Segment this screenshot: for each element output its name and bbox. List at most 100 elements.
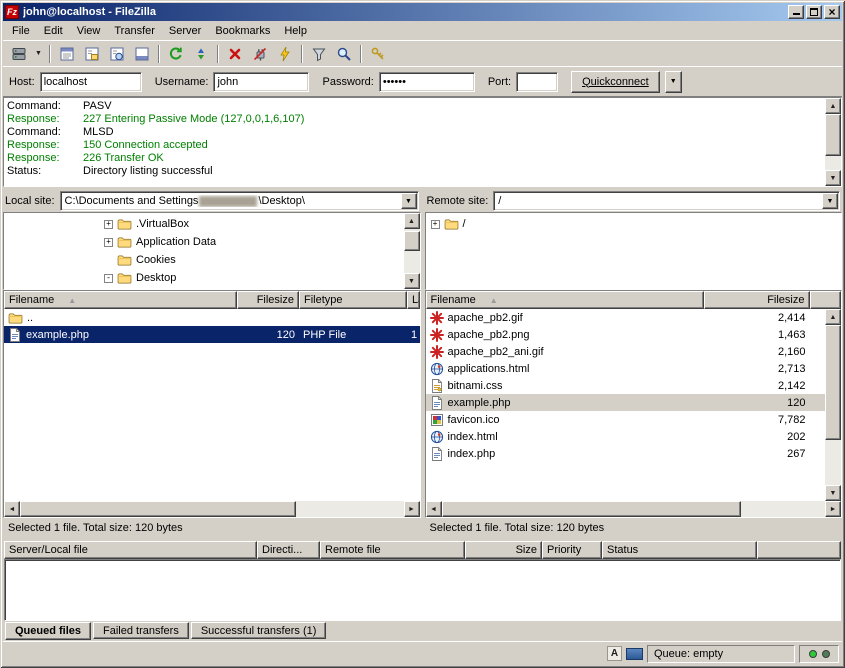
toggle-transfer-queue-button[interactable] bbox=[130, 43, 154, 65]
column-header-priority[interactable]: Priority bbox=[542, 541, 602, 559]
close-button[interactable]: × bbox=[824, 5, 840, 19]
file-row[interactable]: favicon.ico7,782 bbox=[426, 411, 826, 428]
combo-dropdown-button[interactable]: ▼ bbox=[401, 193, 417, 209]
file-row[interactable]: bitnami.css2,142 bbox=[426, 377, 826, 394]
message-log[interactable]: Command:PASV Response:227 Entering Passi… bbox=[4, 98, 825, 186]
host-input[interactable] bbox=[40, 72, 142, 92]
scroll-left-button[interactable]: ◄ bbox=[4, 501, 20, 517]
collapse-icon[interactable]: - bbox=[104, 274, 113, 283]
log-scrollbar[interactable]: ▲ ▼ bbox=[825, 98, 841, 186]
file-row[interactable]: index.html202 bbox=[426, 428, 826, 445]
quickconnect-dropdown-button[interactable]: ▼ bbox=[665, 71, 682, 93]
toggle-remote-tree-button[interactable] bbox=[105, 43, 129, 65]
combo-dropdown-button[interactable]: ▼ bbox=[822, 193, 838, 209]
expand-icon[interactable]: + bbox=[104, 238, 113, 247]
menu-view[interactable]: View bbox=[70, 22, 108, 40]
file-row[interactable]: apache_pb2.gif2,414 bbox=[426, 309, 826, 326]
remote-list-hscrollbar[interactable]: ◄ ► bbox=[426, 501, 842, 517]
tree-item[interactable]: Cookies bbox=[4, 251, 404, 269]
scroll-up-button[interactable]: ▲ bbox=[825, 309, 841, 325]
tree-item[interactable]: +Application Data bbox=[4, 233, 404, 251]
menu-transfer[interactable]: Transfer bbox=[107, 22, 162, 40]
scroll-right-button[interactable]: ► bbox=[404, 501, 420, 517]
local-files-body[interactable]: .. example.php 120 PHP File 1 bbox=[4, 309, 420, 501]
password-input[interactable] bbox=[379, 72, 475, 92]
file-row[interactable]: index.php267 bbox=[426, 445, 826, 462]
tree-item[interactable]: -Desktop bbox=[4, 269, 404, 287]
toggle-local-tree-button[interactable] bbox=[80, 43, 104, 65]
local-path-combobox[interactable]: C:\Documents and Settings\Desktop\ ▼ bbox=[60, 191, 419, 211]
tab-successful-transfers[interactable]: Successful transfers (1) bbox=[191, 622, 327, 639]
reconnect-button[interactable] bbox=[273, 43, 297, 65]
scroll-down-button[interactable]: ▼ bbox=[825, 485, 841, 501]
file-row-selected[interactable]: example.php 120 PHP File 1 bbox=[4, 326, 420, 343]
scrollbar-thumb[interactable] bbox=[20, 501, 296, 517]
column-header-direction[interactable]: Directi... bbox=[257, 541, 320, 559]
column-header-server-local-file[interactable]: Server/Local file bbox=[4, 541, 257, 559]
local-tree-items[interactable]: +.VirtualBox +Application Data Cookies -… bbox=[4, 213, 404, 289]
filter-button[interactable] bbox=[307, 43, 331, 65]
scroll-up-button[interactable]: ▲ bbox=[404, 213, 420, 229]
scroll-right-button[interactable]: ► bbox=[825, 501, 841, 517]
refresh-button[interactable] bbox=[164, 43, 188, 65]
scrollbar-thumb[interactable] bbox=[404, 231, 420, 251]
minimize-button[interactable] bbox=[788, 5, 804, 19]
local-list-hscrollbar[interactable]: ◄ ► bbox=[4, 501, 420, 517]
column-header-remote-file[interactable]: Remote file bbox=[320, 541, 465, 559]
scrollbar-thumb[interactable] bbox=[825, 114, 841, 156]
remote-tree-items[interactable]: +/ bbox=[426, 213, 842, 289]
menu-bookmarks[interactable]: Bookmarks bbox=[208, 22, 277, 40]
quickconnect-button[interactable]: Quickconnect bbox=[571, 71, 660, 93]
titlebar[interactable]: Fz john@localhost - FileZilla × bbox=[3, 3, 842, 21]
scrollbar-track[interactable] bbox=[825, 325, 841, 485]
expand-icon[interactable]: + bbox=[104, 220, 113, 229]
disconnect-button[interactable] bbox=[248, 43, 272, 65]
find-files-button[interactable] bbox=[332, 43, 356, 65]
expand-icon[interactable]: + bbox=[431, 220, 440, 229]
tab-queued-files[interactable]: Queued files bbox=[5, 622, 91, 640]
column-header-filetype[interactable]: Filetype bbox=[299, 291, 407, 309]
file-row-selected[interactable]: example.php120 bbox=[426, 394, 826, 411]
toggle-message-log-button[interactable] bbox=[55, 43, 79, 65]
scrollbar-track[interactable] bbox=[442, 501, 826, 517]
transfer-queue-body[interactable] bbox=[4, 559, 841, 621]
file-row[interactable]: apache_pb2_ani.gif2,160 bbox=[426, 343, 826, 360]
column-header-filename[interactable]: Filename▲ bbox=[426, 291, 704, 309]
scrollbar-thumb[interactable] bbox=[442, 501, 741, 517]
column-header-size[interactable]: Size bbox=[465, 541, 542, 559]
tab-failed-transfers[interactable]: Failed transfers bbox=[93, 622, 189, 639]
local-tree-scrollbar[interactable]: ▲ ▼ bbox=[404, 213, 420, 289]
tree-item[interactable]: +.VirtualBox bbox=[4, 215, 404, 233]
file-row-parent-dir[interactable]: .. bbox=[4, 309, 420, 326]
scrollbar-thumb[interactable] bbox=[825, 325, 841, 440]
remote-path-combobox[interactable]: / ▼ bbox=[493, 191, 840, 211]
site-manager-dropdown-button[interactable]: ▼ bbox=[32, 43, 45, 65]
maximize-button[interactable] bbox=[806, 5, 822, 19]
site-manager-button[interactable] bbox=[7, 43, 31, 65]
menu-server[interactable]: Server bbox=[162, 22, 208, 40]
tree-item[interactable]: +/ bbox=[426, 215, 842, 233]
scroll-down-button[interactable]: ▼ bbox=[825, 170, 841, 186]
cancel-operation-button[interactable] bbox=[223, 43, 247, 65]
menu-help[interactable]: Help bbox=[277, 22, 314, 40]
scroll-up-button[interactable]: ▲ bbox=[825, 98, 841, 114]
menu-file[interactable]: File bbox=[5, 22, 37, 40]
scrollbar-track[interactable] bbox=[825, 114, 841, 170]
file-row[interactable]: applications.html2,713 bbox=[426, 360, 826, 377]
column-header-status[interactable]: Status bbox=[602, 541, 757, 559]
username-input[interactable] bbox=[213, 72, 309, 92]
scroll-down-button[interactable]: ▼ bbox=[404, 273, 420, 289]
remote-files-body[interactable]: apache_pb2.gif2,414 apache_pb2.png1,463 … bbox=[426, 309, 826, 501]
keys-button[interactable] bbox=[366, 43, 390, 65]
remote-list-scrollbar[interactable]: ▲ ▼ bbox=[825, 309, 841, 501]
file-row[interactable]: apache_pb2.png1,463 bbox=[426, 326, 826, 343]
scrollbar-track[interactable] bbox=[404, 229, 420, 273]
column-header-filesize[interactable]: Filesize bbox=[237, 291, 299, 309]
menu-edit[interactable]: Edit bbox=[37, 22, 70, 40]
column-header-lastmodified[interactable]: Last modified bbox=[407, 291, 420, 309]
scroll-left-button[interactable]: ◄ bbox=[426, 501, 442, 517]
scrollbar-track[interactable] bbox=[20, 501, 404, 517]
column-header-filesize[interactable]: Filesize bbox=[704, 291, 810, 309]
column-header-filename[interactable]: Filename▲ bbox=[4, 291, 237, 309]
port-input[interactable] bbox=[516, 72, 558, 92]
